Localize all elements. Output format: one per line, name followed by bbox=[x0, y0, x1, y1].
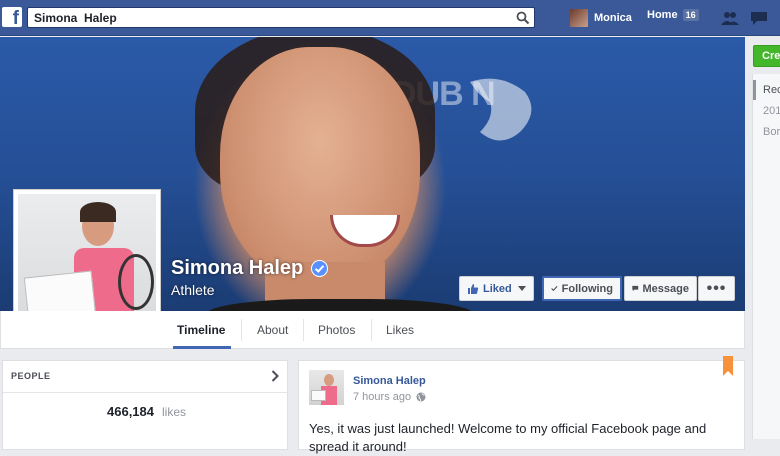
cover-shirt bbox=[205, 299, 475, 311]
message-icon bbox=[632, 285, 639, 292]
facebook-logo-icon[interactable]: f bbox=[2, 7, 22, 27]
post-time-text: 7 hours ago bbox=[353, 391, 412, 403]
year-item-2014[interactable]: 2014 bbox=[763, 105, 780, 117]
people-heading[interactable]: PEOPLE bbox=[11, 371, 51, 381]
year-item-recent[interactable]: Recent bbox=[763, 84, 780, 96]
search-box[interactable] bbox=[27, 7, 535, 28]
tab-divider bbox=[241, 319, 242, 341]
following-label: Following bbox=[561, 282, 613, 295]
verified-badge-icon bbox=[311, 260, 329, 277]
page-title[interactable]: Simona Halep bbox=[171, 257, 329, 280]
tab-divider bbox=[303, 319, 304, 341]
following-button[interactable]: Following bbox=[542, 276, 622, 301]
post-author-link[interactable]: Simona Halep bbox=[353, 375, 426, 387]
thumbs-up-icon bbox=[468, 283, 479, 294]
create-page-button[interactable]: Create bbox=[753, 45, 780, 67]
search-icon[interactable] bbox=[516, 11, 530, 25]
more-icon: ••• bbox=[706, 279, 727, 297]
globe-icon bbox=[416, 392, 426, 402]
likes-label: likes bbox=[162, 405, 187, 419]
avatar[interactable] bbox=[309, 370, 344, 405]
profile-link[interactable]: Monica bbox=[570, 8, 632, 28]
home-count-badge: 16 bbox=[682, 9, 699, 21]
active-tab-indicator bbox=[173, 346, 231, 349]
tab-timeline[interactable]: Timeline bbox=[177, 323, 225, 337]
divider bbox=[3, 392, 287, 393]
liked-button[interactable]: Liked bbox=[459, 276, 534, 301]
chevron-right-icon[interactable] bbox=[271, 370, 279, 382]
post-text: Yes, it was just launched! Welcome to my… bbox=[309, 421, 707, 454]
tab-divider bbox=[371, 319, 372, 341]
user-name: Monica bbox=[594, 12, 632, 24]
check-icon bbox=[551, 286, 558, 292]
more-options-button[interactable]: ••• bbox=[698, 276, 735, 301]
cover-face bbox=[220, 47, 420, 287]
likes-count: 466,184 bbox=[107, 404, 154, 419]
tab-likes[interactable]: Likes bbox=[386, 323, 414, 337]
timeline-year-nav: Recent 2014 Born bbox=[752, 74, 780, 439]
avatar bbox=[570, 9, 588, 27]
tab-photos[interactable]: Photos bbox=[318, 323, 355, 337]
avatar-head bbox=[324, 374, 334, 386]
page-name-text: Simona Halep bbox=[171, 257, 304, 279]
cover-logo-graphic bbox=[470, 78, 532, 141]
page-category: Athlete bbox=[171, 282, 215, 298]
friend-requests-icon[interactable] bbox=[721, 10, 739, 26]
year-item-born[interactable]: Born bbox=[763, 126, 780, 138]
timeline-post: Simona Halep 7 hours ago Yes, it was jus… bbox=[298, 356, 745, 454]
post-timestamp[interactable]: 7 hours ago bbox=[353, 391, 426, 403]
year-selected-indicator bbox=[753, 80, 756, 100]
people-card: PEOPLE 466,184 likes bbox=[2, 360, 288, 450]
search-input[interactable] bbox=[34, 9, 504, 26]
tab-about[interactable]: About bbox=[257, 323, 288, 337]
message-label: Message bbox=[642, 282, 689, 295]
liked-label: Liked bbox=[483, 282, 512, 295]
chevron-down-icon bbox=[517, 286, 526, 291]
home-label: Home bbox=[647, 9, 678, 21]
messages-icon[interactable] bbox=[750, 10, 768, 26]
pp-racket bbox=[118, 254, 154, 310]
message-button[interactable]: Message bbox=[624, 276, 697, 301]
pp-hair bbox=[80, 202, 116, 222]
bookmark-icon[interactable] bbox=[723, 356, 733, 376]
profile-tab-bar: Timeline About Photos Likes bbox=[0, 311, 745, 349]
home-link[interactable]: Home 16 bbox=[647, 9, 699, 21]
top-nav-bar: f Monica Home 16 bbox=[0, 0, 780, 36]
avatar-sign bbox=[311, 390, 326, 401]
right-column: Create Recent 2014 Born bbox=[746, 37, 780, 440]
